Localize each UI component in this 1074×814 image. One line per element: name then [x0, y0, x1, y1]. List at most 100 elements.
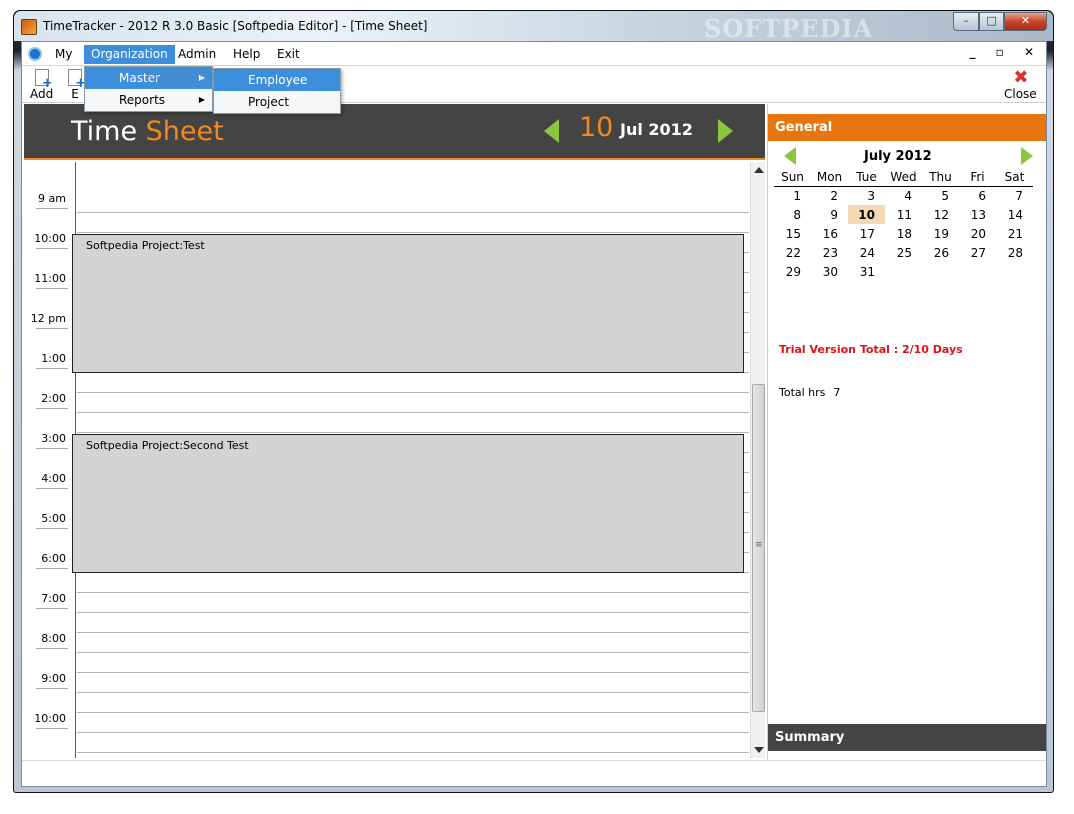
summary-header[interactable]: Summary: [768, 724, 1046, 751]
calendar-day[interactable]: 13: [959, 205, 996, 224]
calendar-day[interactable]: 27: [959, 243, 996, 262]
calendar-day[interactable]: 25: [885, 243, 922, 262]
menu-organization[interactable]: Organization: [84, 45, 175, 64]
time-label: 12 pm: [30, 312, 66, 325]
title-bar[interactable]: TimeTracker - 2012 R 3.0 Basic [Softpedi…: [14, 11, 1053, 43]
menu-exit[interactable]: Exit: [270, 45, 307, 64]
calendar-day[interactable]: 29: [774, 262, 811, 281]
calendar-day[interactable]: 2: [811, 186, 848, 205]
calendar-day[interactable]: 6: [959, 186, 996, 205]
calendar-day[interactable]: 4: [885, 186, 922, 205]
calendar-week: 22 23 24 25 26 27 28: [774, 243, 1033, 262]
calendar-day[interactable]: 10: [848, 205, 885, 224]
master-submenu: Employee Project: [213, 68, 341, 114]
time-slot-line: [77, 412, 749, 413]
calendar-day[interactable]: 9: [811, 205, 848, 224]
menu-help[interactable]: Help: [226, 45, 267, 64]
page-title-part1: Time: [71, 116, 138, 147]
calendar-day[interactable]: 7: [996, 186, 1033, 205]
close-button[interactable]: ✖ Close: [1004, 67, 1037, 102]
app-logo-icon[interactable]: [28, 47, 42, 61]
calendar-day[interactable]: 8: [774, 205, 811, 224]
app-window: TimeTracker - 2012 R 3.0 Basic [Softpedi…: [13, 10, 1054, 793]
scroll-down-icon[interactable]: [754, 747, 764, 753]
calendar-day[interactable]: 3: [848, 186, 885, 205]
time-label: 2:00: [41, 392, 66, 405]
time-slot-line: [77, 752, 749, 753]
calendar-day[interactable]: 19: [922, 224, 959, 243]
event-block[interactable]: Softpedia Project:Second Test: [72, 434, 744, 573]
prev-month-arrow-icon[interactable]: [784, 147, 796, 165]
calendar-day[interactable]: 14: [996, 205, 1033, 224]
vertical-scrollbar[interactable]: ≡: [750, 162, 765, 758]
close-icon: ✖: [1013, 67, 1029, 88]
menu-item-reports[interactable]: Reports ▶: [85, 89, 212, 111]
calendar-day[interactable]: 17: [848, 224, 885, 243]
calendar-day[interactable]: 16: [811, 224, 848, 243]
calendar-day[interactable]: 20: [959, 224, 996, 243]
calendar-day[interactable]: 23: [811, 243, 848, 262]
calendar-day[interactable]: 5: [922, 186, 959, 205]
calendar-day[interactable]: 15: [774, 224, 811, 243]
time-tick: [36, 248, 68, 249]
menu-item-master[interactable]: Master ▶: [85, 67, 212, 89]
menu-admin[interactable]: Admin: [171, 45, 223, 64]
time-tick: [36, 688, 68, 689]
mdi-window-controls[interactable]: _ ▫ ✕: [969, 45, 1042, 59]
weekday-header: Sat: [996, 168, 1033, 187]
calendar-day[interactable]: 1: [774, 186, 811, 205]
maximize-button[interactable]: □: [979, 12, 1004, 31]
menu-my[interactable]: My: [48, 45, 79, 64]
calendar-day[interactable]: 30: [811, 262, 848, 281]
status-bar: [22, 760, 1046, 786]
calendar-day[interactable]: 24: [848, 243, 885, 262]
calendar-week: 8 9 10 11 12 13 14: [774, 205, 1033, 224]
time-tick: [36, 208, 68, 209]
prev-day-arrow-icon[interactable]: [544, 119, 559, 143]
minimize-button[interactable]: –: [953, 12, 979, 31]
calendar-day[interactable]: 18: [885, 224, 922, 243]
menu-item-employee[interactable]: Employee: [214, 69, 340, 91]
scroll-up-icon[interactable]: [754, 167, 764, 173]
time-slot-line: [77, 652, 749, 653]
close-window-button[interactable]: ✕: [1004, 12, 1047, 31]
month-calendar: Sun Mon Tue Wed Thu Fri Sat 1 2 3 4 5 6 7 8 9 10 11 12 13 1…: [774, 168, 1033, 281]
submenu-arrow-icon: ▶: [198, 95, 205, 104]
menu-item-project[interactable]: Project: [214, 91, 340, 113]
calendar-day[interactable]: 26: [922, 243, 959, 262]
calendar-day[interactable]: 21: [996, 224, 1033, 243]
scroll-thumb[interactable]: ≡: [752, 384, 765, 712]
edit-icon: [68, 69, 86, 91]
general-header[interactable]: General: [768, 114, 1046, 141]
caption-buttons: – □ ✕: [953, 12, 1047, 31]
time-tick: [36, 448, 68, 449]
event-block[interactable]: Softpedia Project:Test: [72, 234, 744, 373]
add-button[interactable]: Add: [30, 69, 53, 101]
calendar-week: 1234567: [774, 186, 1033, 205]
total-hours-value: 7: [833, 386, 841, 399]
weekday-header: Mon: [811, 168, 848, 187]
calendar-day[interactable]: 31: [848, 262, 885, 281]
calendar-day: [996, 262, 1033, 281]
current-month-year: Jul 2012: [620, 120, 693, 139]
time-slot-line: [77, 392, 749, 393]
watermark: SOFTPEDIA: [704, 14, 874, 43]
calendar-day[interactable]: 11: [885, 205, 922, 224]
time-label: 9 am: [38, 192, 66, 205]
scroll-grip-icon: ≡: [755, 540, 763, 550]
edit-button[interactable]: E: [68, 69, 86, 101]
event-title: Softpedia Project:Second Test: [86, 439, 249, 452]
calendar-day: [885, 262, 922, 281]
calendar-day[interactable]: 12: [922, 205, 959, 224]
calendar-day[interactable]: 28: [996, 243, 1033, 262]
time-label: 5:00: [41, 512, 66, 525]
weekday-header: Wed: [885, 168, 922, 187]
schedule-grid[interactable]: 9 am 10:00 11:00 12 pm 1:00 2:00 3:00 4:00 5:00 6…: [24, 162, 765, 758]
time-slot-line: [77, 692, 749, 693]
weekday-header: Sun: [774, 168, 811, 187]
next-month-arrow-icon[interactable]: [1021, 147, 1033, 165]
time-tick: [36, 528, 68, 529]
time-slot-line: [77, 712, 749, 713]
next-day-arrow-icon[interactable]: [718, 119, 733, 143]
calendar-day[interactable]: 22: [774, 243, 811, 262]
